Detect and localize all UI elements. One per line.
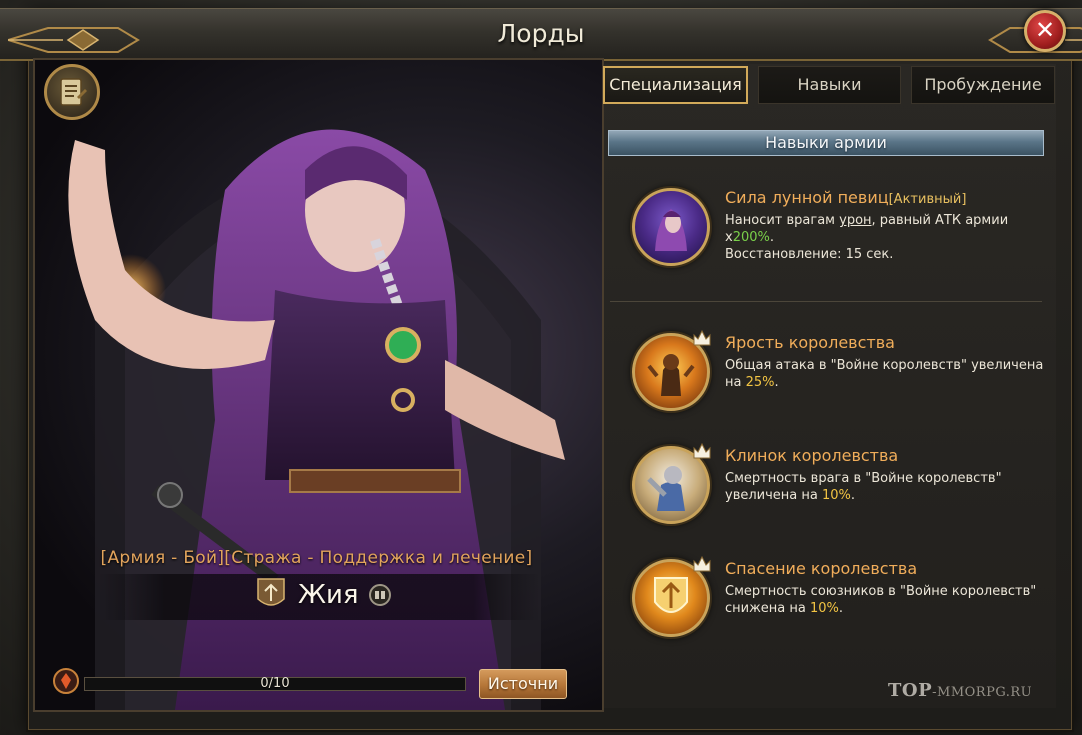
crown-icon — [693, 555, 711, 572]
lord-name: Жия — [298, 580, 359, 610]
skill-kingdom-blade[interactable]: Клинок королевства Смертность врага в "В… — [632, 442, 1052, 526]
skill-name: Ярость королевства — [725, 333, 895, 352]
skill-description: Общая атака в "Войне королевств" увеличе… — [725, 358, 1044, 390]
title-bar: Лорды — [0, 8, 1082, 61]
tab-skills[interactable]: Навыки — [758, 66, 901, 104]
book-icon — [374, 591, 385, 599]
damage-link[interactable]: урон — [839, 213, 871, 228]
skill-description: Смертность союзников в "Войне королевств… — [725, 584, 1037, 616]
skill-moon-singer[interactable]: Сила лунной певиц[Активный] Наносит враг… — [632, 188, 1052, 278]
lord-name-row: Жия — [256, 576, 391, 614]
class-shield-icon — [257, 578, 285, 606]
notes-button[interactable] — [44, 64, 100, 120]
skill-active-tag: [Активный] — [888, 192, 967, 207]
close-button[interactable]: ✕ — [1024, 10, 1066, 52]
skill-kingdom-fury[interactable]: Ярость королевства Общая атака в "Войне … — [632, 329, 1052, 413]
tab-awakening[interactable]: Пробуждение — [911, 66, 1055, 104]
skill-description: Смертность врага в "Войне королевств" ув… — [725, 471, 1002, 503]
lord-roles: [Армия - Бой][Стража - Поддержка и лечен… — [100, 548, 533, 568]
skill-kingdom-salvation[interactable]: Спасение королевства Смертность союзнико… — [632, 555, 1052, 639]
skill-name: Сила лунной певиц[Активный] — [725, 188, 967, 207]
skill-name: Клинок королевства — [725, 446, 899, 465]
skills-divider — [610, 301, 1042, 302]
close-icon: ✕ — [1034, 16, 1056, 44]
crown-icon — [693, 442, 711, 459]
lord-info-icon[interactable] — [368, 584, 391, 606]
skill-description: Наносит врагам урон, равный АТК армии х2… — [725, 213, 1009, 262]
progress-text: 0/10 — [260, 676, 290, 691]
awakening-emblem-icon — [53, 668, 79, 694]
skill-name: Спасение королевства — [725, 559, 918, 578]
scroll-notes-icon — [60, 78, 87, 106]
crown-icon — [693, 329, 711, 346]
source-button[interactable]: Источни — [479, 669, 567, 699]
site-watermark: TOP-MMORPG.RU — [888, 680, 1033, 701]
tab-specialization[interactable]: Специализация — [603, 66, 748, 104]
moon-singer-portrait-icon — [632, 188, 710, 266]
skill-cooldown: Восстановление: 15 сек. — [725, 247, 894, 262]
army-skills-header: Навыки армии — [608, 130, 1044, 156]
window-title: Лорды — [497, 19, 585, 48]
